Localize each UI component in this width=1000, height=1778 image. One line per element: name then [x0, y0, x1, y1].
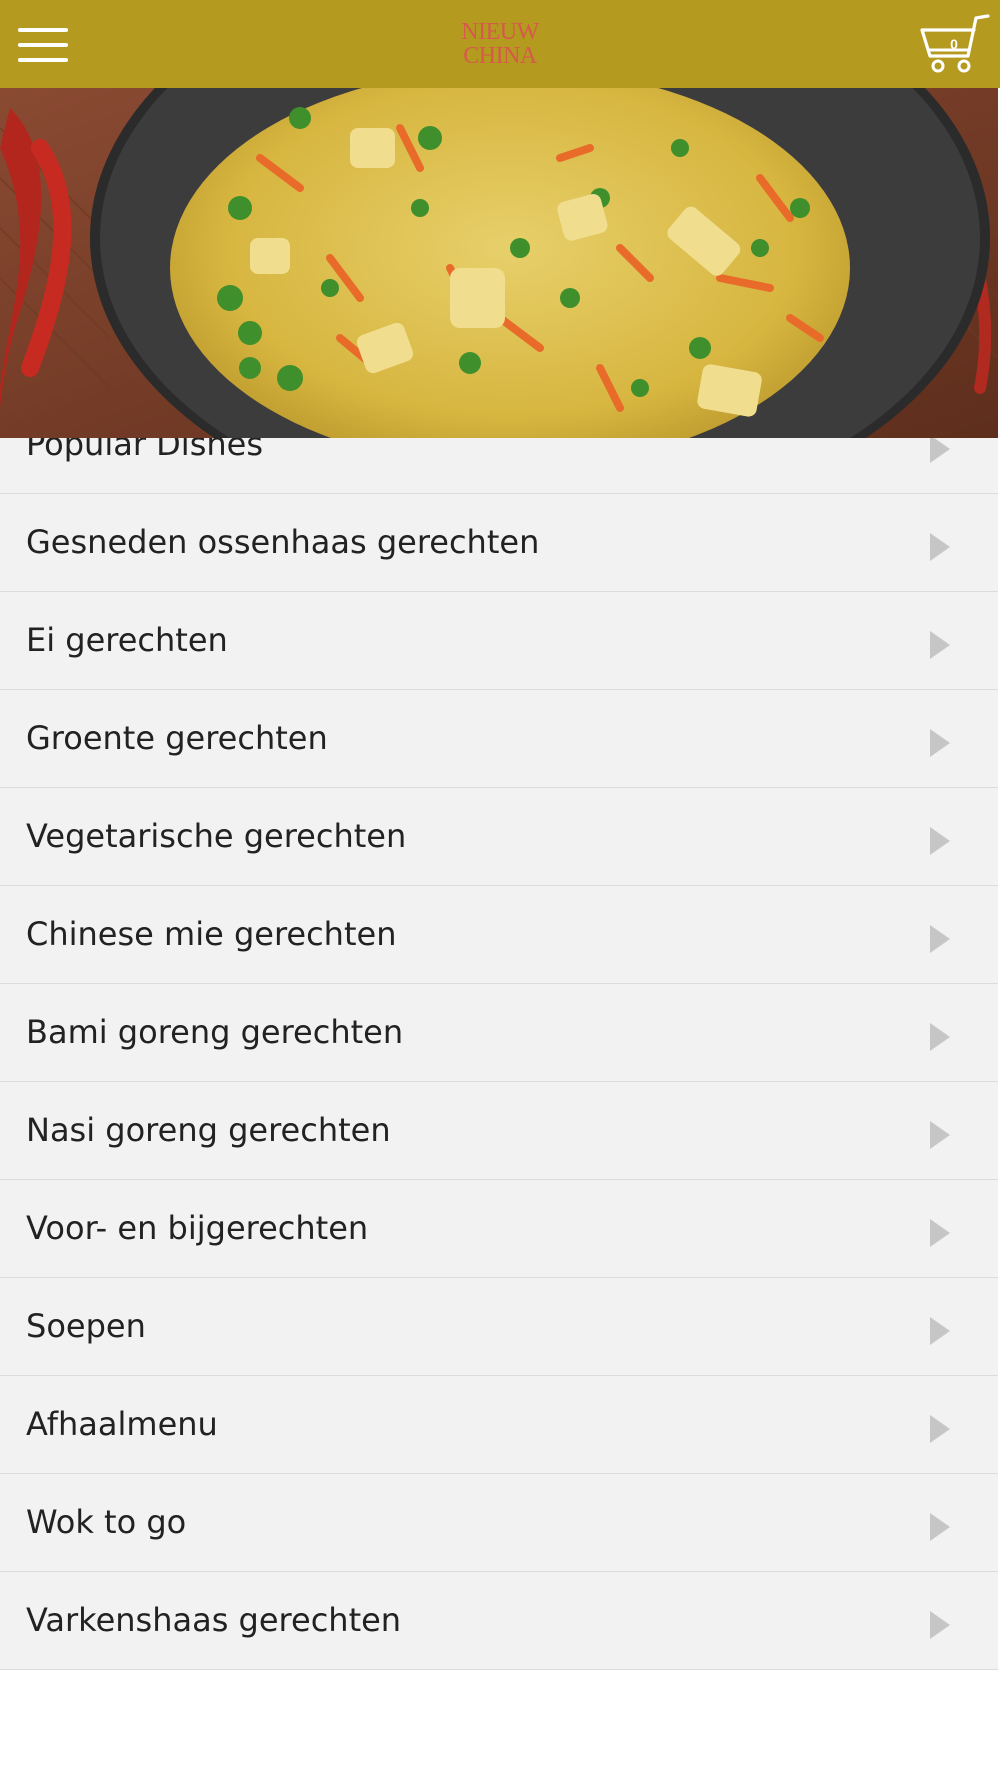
chevron-right-icon: [930, 1513, 950, 1541]
category-gesneden-ossenhaas-gerechten[interactable]: Gesneden ossenhaas gerechten: [0, 494, 998, 592]
category-soepen[interactable]: Soepen: [0, 1278, 998, 1376]
chevron-right-icon: [930, 435, 950, 463]
category-groente-gerechten[interactable]: Groente gerechten: [0, 690, 998, 788]
category-afhaalmenu[interactable]: Afhaalmenu: [0, 1376, 998, 1474]
category-label: Gesneden ossenhaas gerechten: [26, 523, 540, 561]
chevron-right-icon: [930, 1023, 950, 1051]
category-label: Groente gerechten: [26, 719, 328, 757]
category-label: Varkenshaas gerechten: [26, 1601, 402, 1639]
cart-button[interactable]: 0: [918, 12, 990, 76]
chevron-right-icon: [930, 1219, 950, 1247]
category-label: Voor- en bijgerechten: [26, 1209, 369, 1247]
hamburger-icon: [18, 28, 68, 32]
category-label: Nasi goreng gerechten: [26, 1111, 391, 1149]
category-nasi-goreng-gerechten[interactable]: Nasi goreng gerechten: [0, 1082, 998, 1180]
chevron-right-icon: [930, 1415, 950, 1443]
category-ei-gerechten[interactable]: Ei gerechten: [0, 592, 998, 690]
chevron-right-icon: [930, 827, 950, 855]
chevron-right-icon: [930, 925, 950, 953]
hamburger-icon: [18, 43, 68, 47]
hamburger-icon: [18, 58, 68, 62]
app-header: NIEUW CHINA 0: [0, 0, 1000, 88]
category-voor-en-bijgerechten[interactable]: Voor- en bijgerechten: [0, 1180, 998, 1278]
logo-line-2: CHINA: [463, 43, 537, 69]
cart-count-badge: 0: [950, 36, 958, 52]
chevron-right-icon: [930, 631, 950, 659]
chevron-right-icon: [930, 1317, 950, 1345]
category-label: Afhaalmenu: [26, 1405, 218, 1443]
menu-category-list: Popular Dishes Gesneden ossenhaas gerech…: [0, 394, 998, 1670]
chevron-right-icon: [930, 1611, 950, 1639]
category-label: Vegetarische gerechten: [26, 817, 407, 855]
category-label: Chinese mie gerechten: [26, 915, 397, 953]
category-chinese-mie-gerechten[interactable]: Chinese mie gerechten: [0, 886, 998, 984]
chevron-right-icon: [930, 1121, 950, 1149]
restaurant-logo[interactable]: NIEUW CHINA: [400, 20, 600, 68]
category-wok-to-go[interactable]: Wok to go: [0, 1474, 998, 1572]
hero-food-image: [0, 88, 998, 438]
category-vegetarische-gerechten[interactable]: Vegetarische gerechten: [0, 788, 998, 886]
logo-line-1: NIEUW: [461, 19, 539, 45]
chevron-right-icon: [930, 533, 950, 561]
category-label: Ei gerechten: [26, 621, 228, 659]
category-label: Soepen: [26, 1307, 146, 1345]
category-varkenshaas-gerechten[interactable]: Varkenshaas gerechten: [0, 1572, 998, 1670]
chevron-right-icon: [930, 729, 950, 757]
menu-button[interactable]: [18, 26, 70, 66]
category-label: Bami goreng gerechten: [26, 1013, 404, 1051]
category-label: Wok to go: [26, 1503, 187, 1541]
category-bami-goreng-gerechten[interactable]: Bami goreng gerechten: [0, 984, 998, 1082]
